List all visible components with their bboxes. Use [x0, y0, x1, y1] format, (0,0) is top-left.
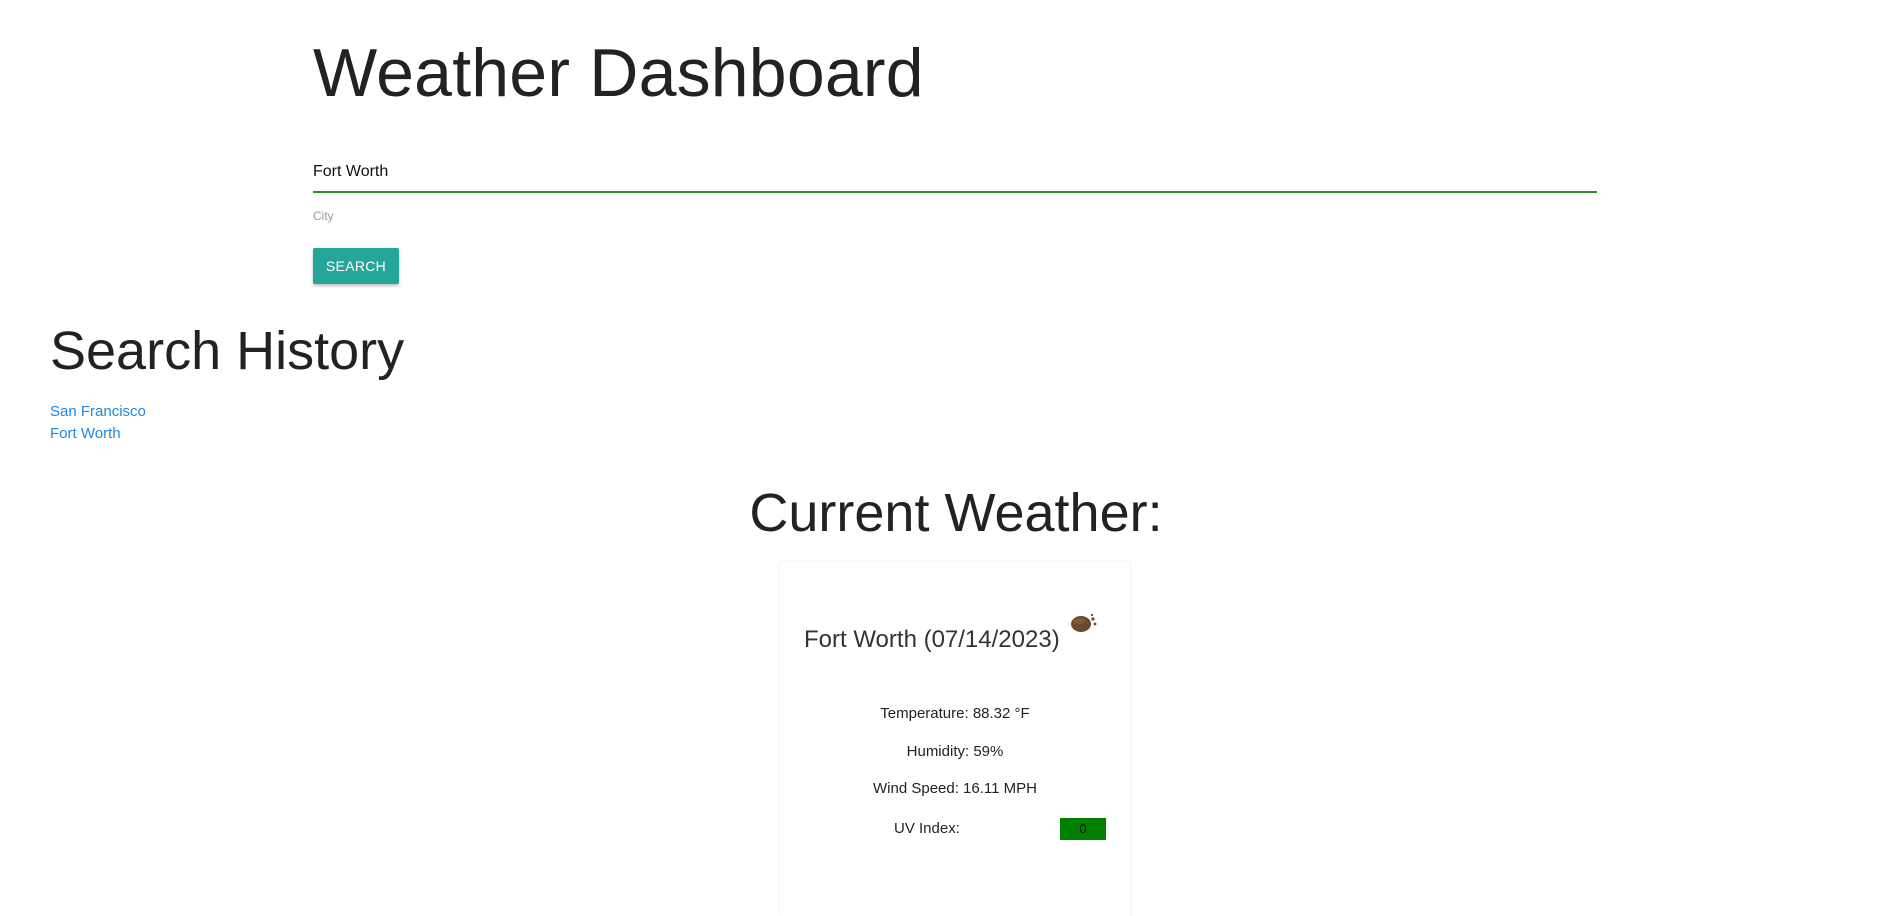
humidity-text: Humidity: 59%: [906, 743, 1004, 760]
history-link-fort-worth[interactable]: Fort Worth: [50, 425, 121, 442]
uv-index-label: UV Index:: [894, 820, 960, 837]
search-history-list: San Francisco Fort Worth: [50, 401, 146, 445]
city-date-heading: Fort Worth (07/14/2023): [804, 626, 1060, 653]
current-weather-card: Fort Worth (07/14/2023) Temperature: 88.…: [780, 562, 1130, 916]
history-item: Fort Worth: [50, 423, 146, 445]
uv-index-badge: 0: [1060, 818, 1106, 840]
city-search-input[interactable]: [313, 157, 1597, 193]
page-title: Weather Dashboard: [313, 35, 924, 111]
search-form: [313, 157, 1597, 193]
search-history-title: Search History: [50, 321, 405, 381]
search-button[interactable]: SEARCH: [313, 248, 399, 284]
history-item: San Francisco: [50, 401, 146, 423]
current-weather-title: Current Weather:: [749, 483, 1163, 543]
weather-condition-icon: [1071, 613, 1097, 632]
city-input-label: City: [313, 209, 334, 223]
uv-index-row: UV Index: 0: [780, 818, 1130, 840]
wind-speed-text: Wind Speed: 16.11 MPH: [873, 780, 1037, 797]
weather-dashboard-page: Weather Dashboard City SEARCH Search His…: [0, 0, 1892, 916]
temperature-text: Temperature: 88.32 °F: [880, 705, 1030, 722]
history-link-san-francisco[interactable]: San Francisco: [50, 403, 146, 420]
